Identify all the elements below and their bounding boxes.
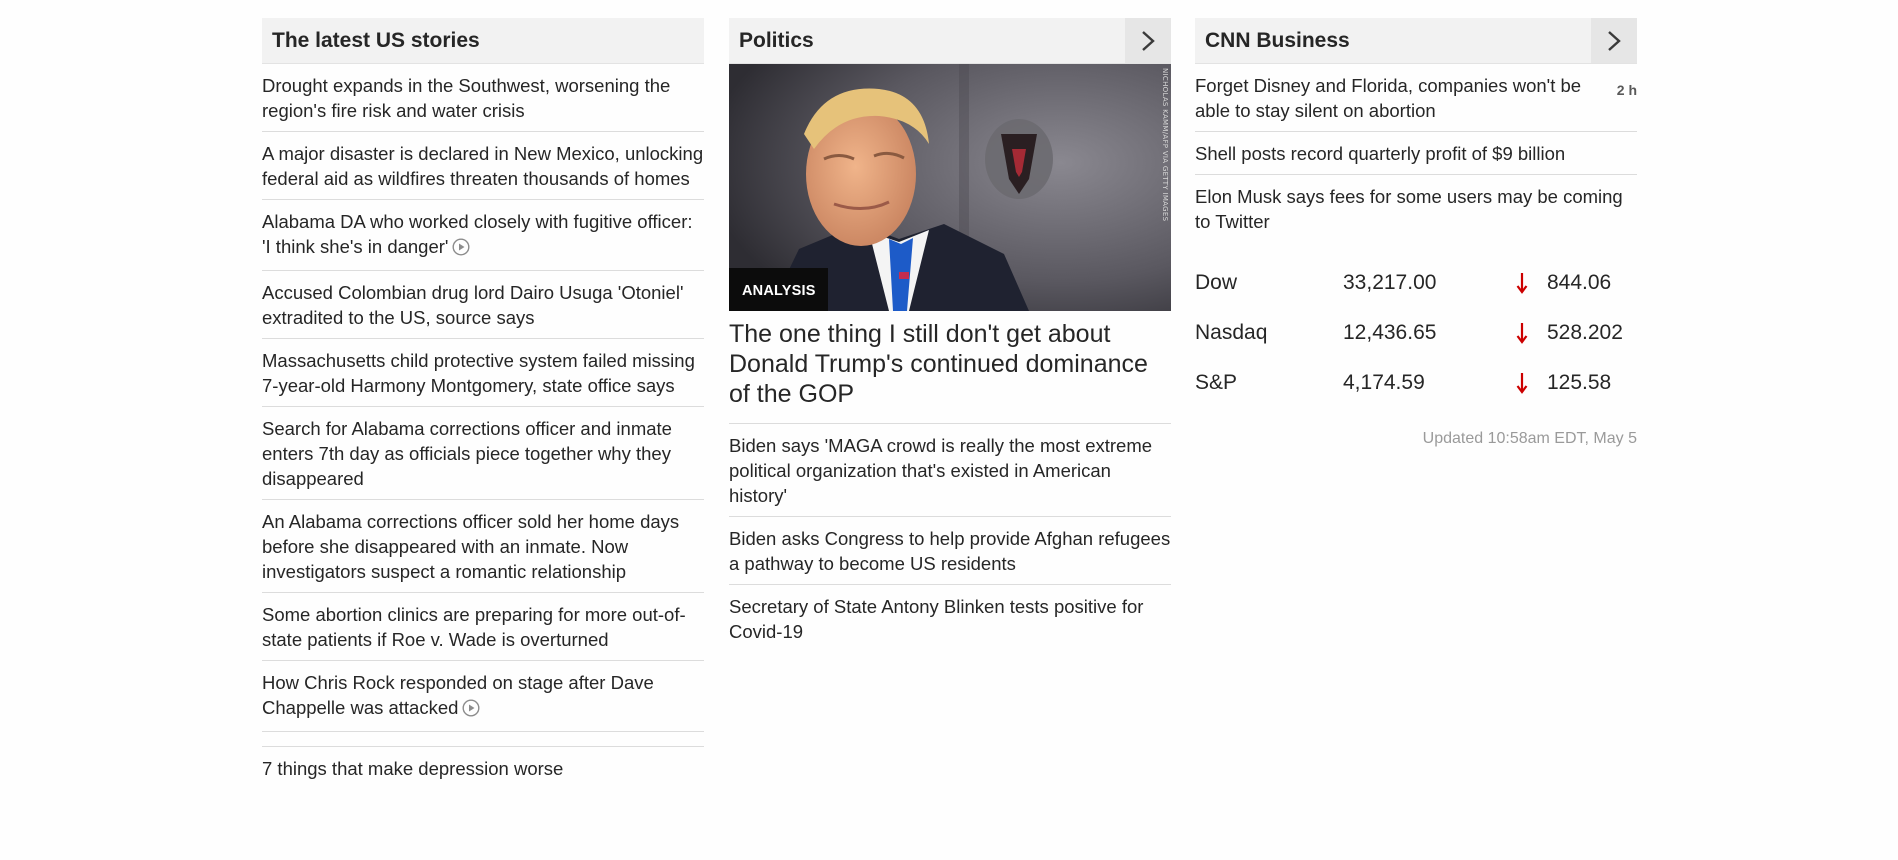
- politics-more-button[interactable]: [1125, 18, 1171, 63]
- story-link[interactable]: How Chris Rock responded on stage after …: [262, 661, 704, 732]
- us-stories-section: The latest US stories Drought expands in…: [262, 18, 704, 789]
- market-name: Dow: [1195, 271, 1238, 294]
- politics-title[interactable]: Politics: [729, 29, 814, 53]
- business-header: CNN Business: [1195, 18, 1637, 64]
- politics-hero-headline[interactable]: The one thing I still don't get about Do…: [729, 311, 1171, 424]
- politics-list: Biden says 'MAGA crowd is really the mos…: [729, 424, 1171, 652]
- image-credit: NICHOLAS KAMM/AFP VIA GETTY IMAGES: [1161, 68, 1169, 222]
- arrow-down-icon: [1515, 321, 1547, 345]
- arrow-down-icon: [1515, 271, 1547, 295]
- arrow-down-icon: [1515, 371, 1547, 395]
- business-more-button[interactable]: [1591, 18, 1637, 63]
- story-link[interactable]: Biden says 'MAGA crowd is really the mos…: [729, 424, 1171, 517]
- politics-header: Politics: [729, 18, 1171, 64]
- play-circle-icon: [462, 698, 480, 723]
- market-row[interactable]: Nasdaq 12,436.65 528.202: [1195, 308, 1637, 358]
- us-stories-header: The latest US stories: [262, 18, 704, 64]
- business-section: CNN Business Forget Disney and Florida, …: [1195, 18, 1637, 448]
- story-text: How Chris Rock responded on stage after …: [262, 672, 654, 718]
- market-value: 33,217.00: [1343, 271, 1437, 294]
- markets-updated-timestamp: Updated 10:58am EDT, May 5: [1422, 430, 1637, 447]
- story-link[interactable]: Drought expands in the Southwest, worsen…: [262, 64, 704, 132]
- chevron-right-icon: [1142, 30, 1155, 51]
- story-link[interactable]: A major disaster is declared in New Mexi…: [262, 132, 704, 200]
- story-link[interactable]: Alabama DA who worked closely with fugit…: [262, 200, 704, 271]
- business-list: Forget Disney and Florida, companies won…: [1195, 64, 1637, 242]
- market-row[interactable]: S&P 4,174.59 125.58: [1195, 358, 1637, 408]
- story-link[interactable]: Some abortion clinics are preparing for …: [262, 593, 704, 661]
- story-link[interactable]: An Alabama corrections officer sold her …: [262, 500, 704, 593]
- business-title[interactable]: CNN Business: [1195, 29, 1350, 53]
- analysis-badge: ANALYSIS: [729, 268, 828, 311]
- story-link[interactable]: Elon Musk says fees for some users may b…: [1195, 175, 1637, 242]
- story-link[interactable]: Biden asks Congress to help provide Afgh…: [729, 517, 1171, 585]
- market-change: 844.06: [1547, 271, 1612, 294]
- story-link[interactable]: Secretary of State Antony Blinken tests …: [729, 585, 1171, 652]
- market-name: Nasdaq: [1195, 321, 1268, 344]
- market-row[interactable]: Dow 33,217.00 844.06: [1195, 258, 1637, 308]
- us-stories-list: Drought expands in the Southwest, worsen…: [262, 64, 704, 789]
- us-stories-title: The latest US stories: [272, 28, 480, 52]
- market-name: S&P: [1195, 371, 1238, 394]
- story-link[interactable]: Accused Colombian drug lord Dairo Usuga …: [262, 271, 704, 339]
- story-link[interactable]: Search for Alabama corrections officer a…: [262, 407, 704, 500]
- chevron-right-icon: [1608, 30, 1621, 51]
- market-value: 4,174.59: [1343, 371, 1425, 394]
- story-link[interactable]: Forget Disney and Florida, companies won…: [1195, 64, 1637, 132]
- story-link[interactable]: 7 things that make depression worse: [262, 746, 704, 789]
- story-link[interactable]: Massachusetts child protective system fa…: [262, 339, 704, 407]
- market-change: 125.58: [1547, 371, 1612, 394]
- markets-table: Dow 33,217.00 844.06 Nasdaq 12,436.65 52…: [1195, 258, 1637, 408]
- politics-hero-image[interactable]: NICHOLAS KAMM/AFP VIA GETTY IMAGES ANALY…: [729, 64, 1171, 311]
- story-text: Forget Disney and Florida, companies won…: [1195, 75, 1582, 121]
- politics-section: Politics NICHOLAS KAMM/AFP VIA GETTY IMA…: [729, 18, 1171, 652]
- market-value: 12,436.65: [1343, 321, 1437, 344]
- market-change: 528.202: [1547, 321, 1623, 344]
- story-link[interactable]: Shell posts record quarterly profit of $…: [1195, 132, 1637, 175]
- story-text: Alabama DA who worked closely with fugit…: [262, 211, 693, 257]
- story-timestamp: 2 h: [1616, 82, 1637, 98]
- play-circle-icon: [452, 237, 470, 262]
